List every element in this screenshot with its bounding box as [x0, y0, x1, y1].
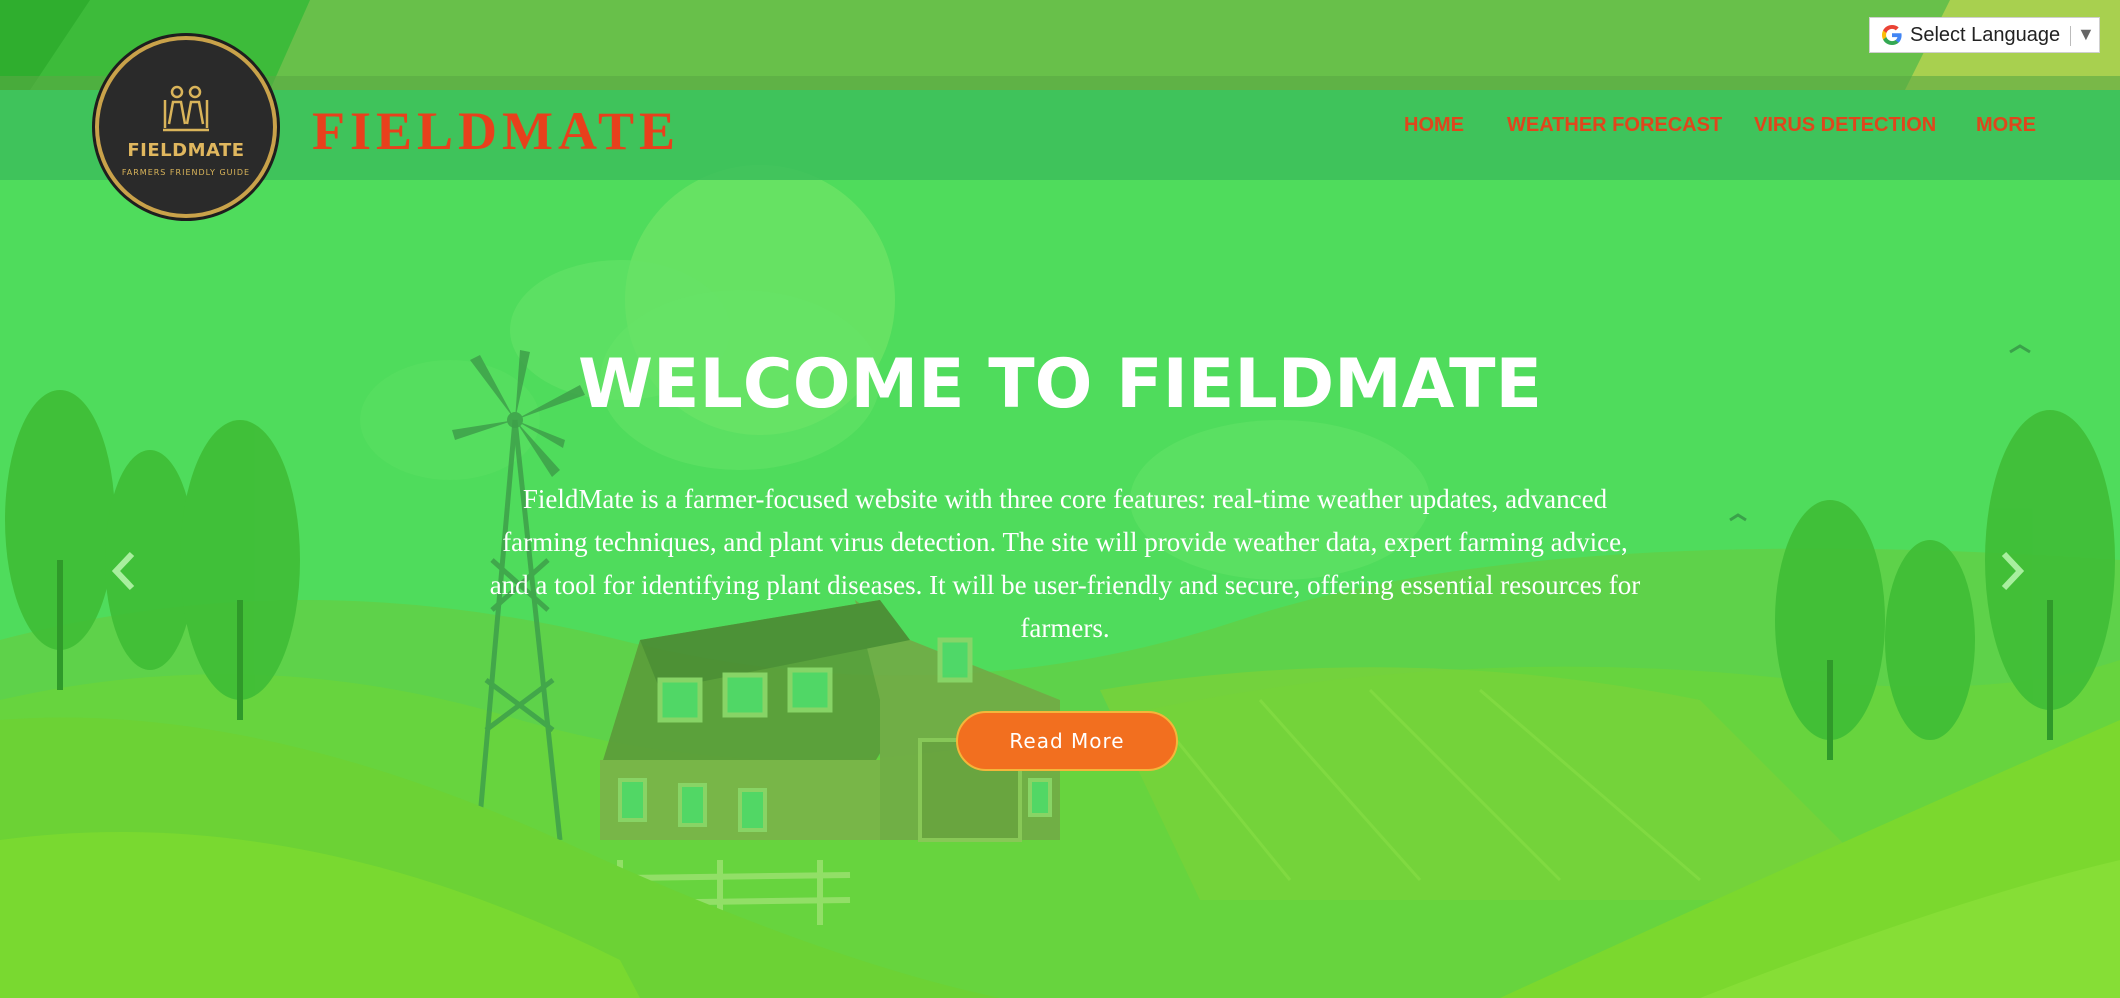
nav-home[interactable]: HOME [1404, 114, 1464, 137]
google-g-icon [1882, 25, 1902, 45]
read-more-button[interactable]: Read More [956, 711, 1178, 771]
nav-more[interactable]: MORE [1976, 114, 2036, 137]
brand-title[interactable]: FIELDMATE [312, 100, 680, 162]
hero-title: WELCOME TO FIELDMATE [578, 345, 1542, 424]
carousel-prev-button[interactable] [104, 548, 144, 594]
top-strip [0, 0, 2120, 90]
language-separator [2070, 26, 2071, 46]
dropdown-arrow-icon: ▼ [2077, 24, 2095, 44]
chevron-left-icon [111, 551, 135, 591]
language-selector[interactable]: Select Language ▼ [1869, 17, 2100, 53]
logo-badge[interactable]: FIELDMATE FARMERS FRIENDLY GUIDE [95, 36, 277, 218]
logo-tagline: FARMERS FRIENDLY GUIDE [121, 168, 251, 177]
carousel-next-button[interactable] [1992, 548, 2032, 594]
nav-weather-forecast[interactable]: WEATHER FORECAST [1507, 114, 1722, 137]
nav-virus-detection[interactable]: VIRUS DETECTION [1754, 114, 1936, 137]
hero-description: FieldMate is a farmer-focused website wi… [489, 484, 1641, 643]
farmers-logo-icon [163, 85, 209, 132]
logo-name: FIELDMATE [127, 140, 245, 161]
language-label: Select Language [1910, 24, 2061, 46]
chevron-right-icon [2001, 551, 2025, 591]
